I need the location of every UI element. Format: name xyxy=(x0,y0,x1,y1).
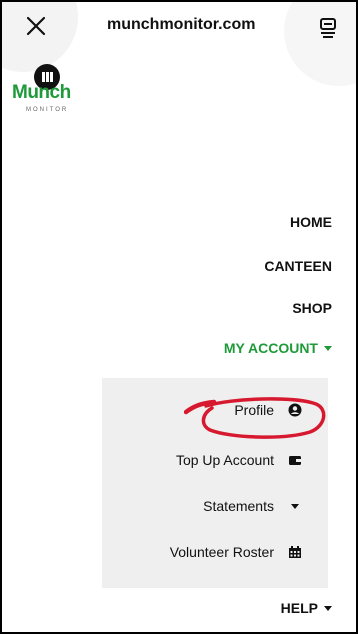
browser-top-bar: munchmonitor.com xyxy=(2,2,356,86)
calendar-icon xyxy=(288,545,302,559)
chevron-down-icon xyxy=(324,345,332,351)
submenu-item-label: Volunteer Roster xyxy=(169,544,274,560)
nav-my-account-label: MY ACCOUNT xyxy=(223,340,318,356)
close-icon[interactable] xyxy=(22,12,50,40)
submenu-item-top-up[interactable]: Top Up Account xyxy=(176,452,302,468)
logo-subtitle: MONITOR xyxy=(26,107,69,113)
url-bar-text[interactable]: munchmonitor.com xyxy=(107,16,255,34)
chevron-down-icon xyxy=(324,605,332,611)
red-highlight-annotation xyxy=(184,397,326,439)
wallet-icon xyxy=(288,453,302,467)
chevron-down-icon xyxy=(288,499,302,513)
nav-home[interactable]: HOME xyxy=(290,214,332,230)
tabs-icon[interactable] xyxy=(316,16,340,40)
submenu-item-statements[interactable]: Statements xyxy=(203,498,302,514)
nav-my-account[interactable]: MY ACCOUNT xyxy=(224,340,332,356)
submenu-item-label: Statements xyxy=(203,498,274,514)
nav-canteen[interactable]: CANTEEN xyxy=(264,258,332,274)
munch-monitor-logo[interactable]: Munch MONITOR xyxy=(12,64,92,118)
logo-wordmark: Munch xyxy=(12,82,71,103)
nav-help-label: HELP xyxy=(280,600,318,616)
phone-frame: munchmonitor.com Munch MONITOR HOME CANT… xyxy=(0,0,358,634)
nav-help[interactable]: HELP xyxy=(281,600,332,616)
submenu-item-label: Top Up Account xyxy=(175,452,274,468)
decorative-bubble-right xyxy=(284,2,356,86)
submenu-item-volunteer-roster[interactable]: Volunteer Roster xyxy=(170,544,302,560)
nav-shop[interactable]: SHOP xyxy=(292,300,332,316)
